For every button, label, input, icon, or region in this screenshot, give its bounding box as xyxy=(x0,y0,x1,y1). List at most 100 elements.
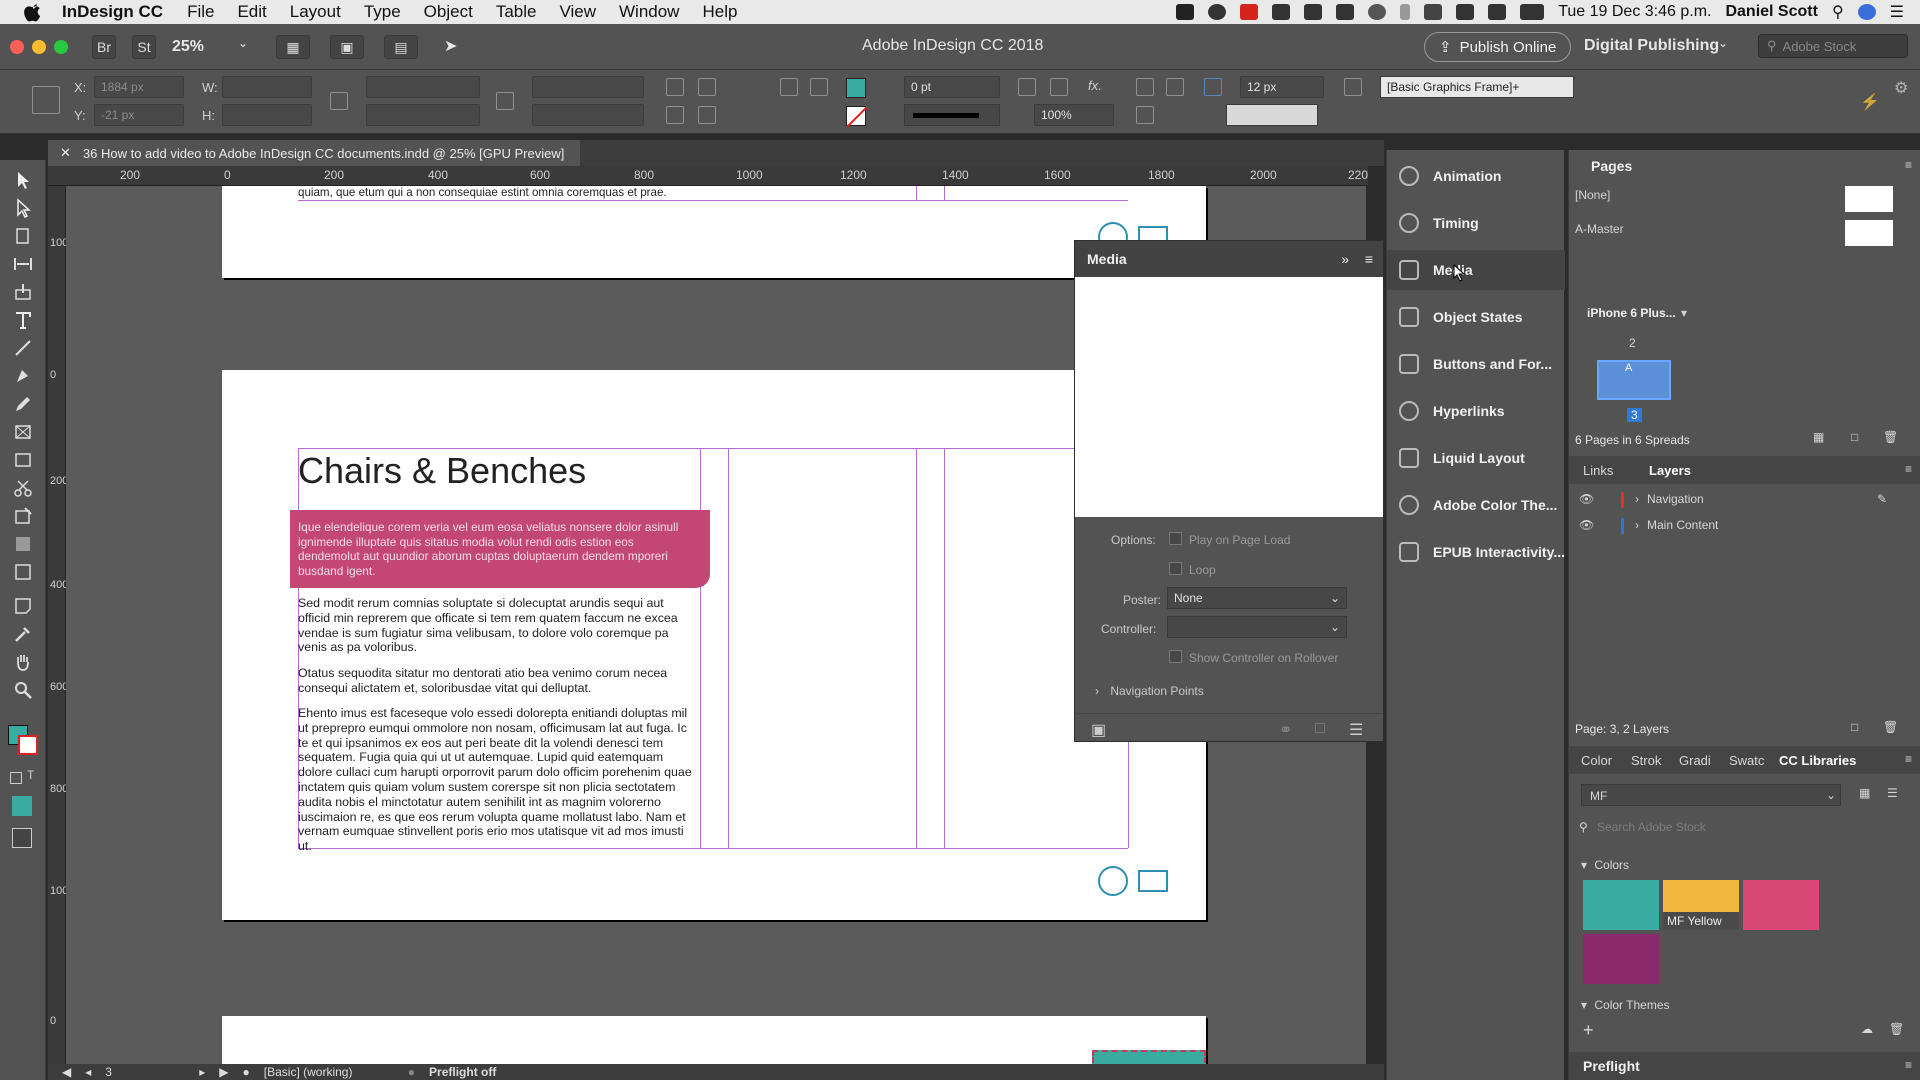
spotlight-icon[interactable]: ⚲ xyxy=(1832,2,1844,22)
view-options-button[interactable]: ▦ xyxy=(276,35,310,59)
device-size[interactable]: iPhone 6 Plus... xyxy=(1587,306,1676,320)
volume-icon[interactable] xyxy=(1488,4,1507,20)
body-paragraph[interactable]: Otatus sequodita sitatur mo dentorati at… xyxy=(298,666,698,696)
rectangle-tool-icon[interactable] xyxy=(13,450,33,470)
pages-panel-title[interactable]: Pages xyxy=(1591,158,1632,174)
page-2-text[interactable]: quiam, que etum qui a non consequiae est… xyxy=(298,186,698,201)
media-panel-header[interactable]: Media » ≡ xyxy=(1075,241,1383,277)
preview-icon[interactable]: ▣ xyxy=(1091,720,1106,740)
media-preview[interactable] xyxy=(1075,277,1383,517)
zoom-tool-icon[interactable] xyxy=(13,680,33,700)
publish-icon[interactable]: ➤ xyxy=(444,36,457,56)
content-collector-icon[interactable] xyxy=(13,282,33,302)
selection-tool-icon[interactable] xyxy=(13,170,33,190)
apply-color-icon[interactable] xyxy=(12,796,32,816)
cc-icon[interactable] xyxy=(1208,4,1227,20)
menu-help[interactable]: Help xyxy=(702,2,737,22)
preflight-profile[interactable]: [Basic] (working) xyxy=(264,1065,394,1079)
workspace-dropdown-icon[interactable]: ⌄ xyxy=(1718,36,1728,50)
formatting-text-icon[interactable]: T xyxy=(27,768,34,782)
direct-selection-tool-icon[interactable] xyxy=(13,198,33,218)
rotate-cw-icon[interactable] xyxy=(666,78,684,96)
play-on-load-checkbox[interactable] xyxy=(1169,532,1182,545)
select-container-icon[interactable] xyxy=(780,78,798,96)
siri-icon[interactable] xyxy=(1857,4,1876,20)
close-window-icon[interactable] xyxy=(10,40,24,54)
screen-mode-button[interactable]: ▣ xyxy=(330,35,364,59)
scissors-tool-icon[interactable] xyxy=(13,478,33,498)
pen-tool-icon[interactable] xyxy=(13,366,33,386)
airplay-icon[interactable] xyxy=(1456,4,1475,20)
stroke-position-icon[interactable] xyxy=(1050,78,1068,96)
new-layer-icon[interactable]: □ xyxy=(1851,720,1858,734)
page-2[interactable]: quiam, que etum qui a non consequiae est… xyxy=(222,186,1206,278)
flip-vertical-icon[interactable] xyxy=(698,106,716,124)
adobe-icon[interactable] xyxy=(1240,4,1259,20)
preflight-status[interactable]: Preflight off xyxy=(429,1065,496,1079)
show-controller-label[interactable]: Show Controller on Rollover xyxy=(1189,651,1338,665)
loop-label[interactable]: Loop xyxy=(1189,563,1216,577)
minimize-window-icon[interactable] xyxy=(32,40,46,54)
grid-view-icon[interactable]: ▦ xyxy=(1859,786,1870,800)
a-master-thumbnail[interactable] xyxy=(1845,220,1893,246)
adobe-stock-search[interactable]: ⚲ Adobe Stock xyxy=(1758,34,1908,58)
dock-adobe-color-themes[interactable]: Adobe Color The... xyxy=(1387,485,1565,525)
tab-gradient[interactable]: Gradi xyxy=(1679,753,1711,768)
layer-name[interactable]: Main Content xyxy=(1647,518,1718,532)
page-tool-icon[interactable] xyxy=(13,226,33,246)
place-file-icon[interactable]: □ xyxy=(1315,720,1325,738)
arrange-documents-button[interactable]: ▤ xyxy=(384,35,418,59)
menu-app-name[interactable]: InDesign CC xyxy=(62,2,163,22)
page-3-thumbnail[interactable]: A xyxy=(1597,360,1671,400)
rotate-field[interactable] xyxy=(532,76,644,98)
gamepad-icon[interactable] xyxy=(1336,4,1355,20)
screen-icon[interactable] xyxy=(1272,4,1291,20)
stroke-swatch[interactable] xyxy=(846,106,868,128)
type-tool-icon[interactable] xyxy=(13,310,33,330)
line-tool-icon[interactable] xyxy=(13,338,33,358)
dock-epub-interactivity[interactable]: EPUB Interactivity... xyxy=(1387,532,1565,572)
chain-link-icon[interactable] xyxy=(496,92,514,110)
document-tab[interactable]: ✕ 36 How to add video to Adobe InDesign … xyxy=(48,140,581,166)
layer-name[interactable]: Navigation xyxy=(1647,492,1704,506)
tab-swatches[interactable]: Swatc xyxy=(1729,753,1764,768)
frame-fitting-icon[interactable] xyxy=(1018,78,1036,96)
body-paragraph[interactable]: Ehento imus est faceseque volo essedi do… xyxy=(298,706,698,854)
color-swatch[interactable] xyxy=(1583,934,1659,984)
zoom-dropdown-icon[interactable]: ⌄ xyxy=(238,36,248,50)
y-field[interactable]: -21 px xyxy=(94,104,184,126)
delete-layer-icon[interactable]: 🗑 xyxy=(1883,720,1898,734)
notification-center-icon[interactable]: ☰ xyxy=(1890,2,1904,22)
loop-checkbox[interactable] xyxy=(1169,562,1182,575)
time-machine-icon[interactable] xyxy=(1368,4,1387,20)
play-on-load-label[interactable]: Play on Page Load xyxy=(1189,533,1290,547)
align-center-icon[interactable] xyxy=(1166,78,1184,96)
tab-color[interactable]: Color xyxy=(1581,753,1612,768)
dock-hyperlinks[interactable]: Hyperlinks xyxy=(1387,391,1565,431)
stroke-color-box[interactable] xyxy=(18,735,38,755)
reference-point-icon[interactable] xyxy=(32,86,60,114)
color-swatch[interactable]: MF Yellow xyxy=(1663,880,1739,930)
hand-tool-icon[interactable] xyxy=(13,652,33,672)
menu-file[interactable]: File xyxy=(187,2,214,22)
menu-edit[interactable]: Edit xyxy=(237,2,266,22)
dock-liquid-layout[interactable]: Liquid Layout xyxy=(1387,438,1565,478)
menu-window[interactable]: Window xyxy=(619,2,679,22)
dock-media[interactable]: Media xyxy=(1387,250,1565,290)
globe-icon[interactable] xyxy=(1098,866,1128,896)
page-heading[interactable]: Chairs & Benches xyxy=(298,450,586,492)
a-master[interactable]: A-Master xyxy=(1575,222,1624,236)
close-tab-icon[interactable]: ✕ xyxy=(60,145,71,161)
collapse-panel-icon[interactable]: » xyxy=(1341,251,1349,267)
horizontal-ruler[interactable]: 200 0 200 400 600 800 1000 1200 1400 160… xyxy=(48,166,1368,186)
battery-icon[interactable] xyxy=(1520,4,1545,20)
tab-stroke[interactable]: Strok xyxy=(1631,753,1661,768)
page-4-graphic[interactable] xyxy=(1092,1050,1206,1064)
x-field[interactable]: 1884 px xyxy=(94,76,184,98)
panel-menu-icon[interactable]: ≡ xyxy=(1905,752,1912,766)
panel-menu-icon[interactable]: ≡ xyxy=(1365,251,1373,267)
navigation-points-expander[interactable]: › Navigation Points xyxy=(1095,684,1204,698)
note-tool-icon[interactable] xyxy=(13,596,33,616)
add-content-icon[interactable]: + xyxy=(1583,1020,1594,1041)
vertical-ruler[interactable]: 100 0 200 400 600 800 1000 0 xyxy=(48,186,74,1066)
